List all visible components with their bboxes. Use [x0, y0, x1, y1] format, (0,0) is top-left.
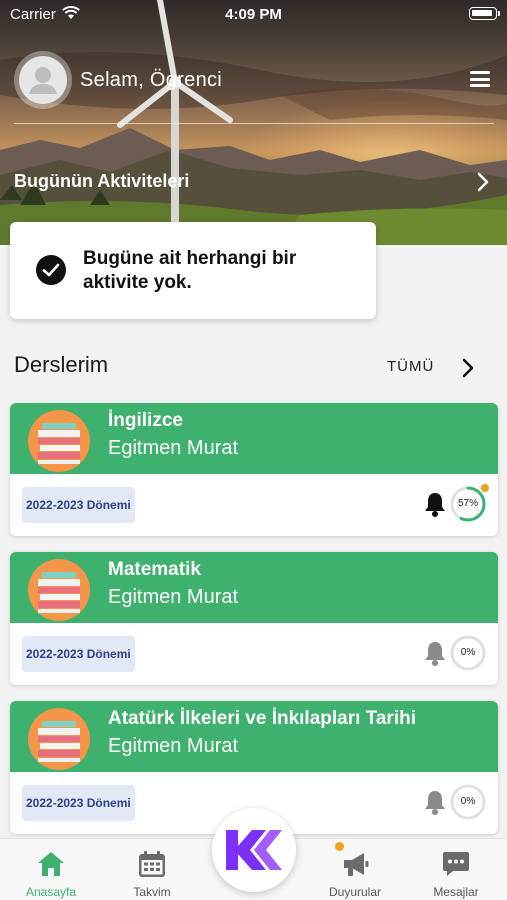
progress-ring: 0% — [449, 634, 487, 672]
see-all-link[interactable]: TÜMÜ — [387, 358, 434, 375]
announcement-badge-dot — [335, 842, 344, 851]
tab-label: Anasayfa — [25, 885, 77, 899]
tab-label: Mesajlar — [433, 885, 479, 899]
progress-ring: 0% — [449, 783, 487, 821]
tab-calendar[interactable]: Takvim — [107, 839, 197, 900]
course-teacher: Egitmen Murat — [108, 437, 239, 459]
center-logo-button[interactable] — [212, 808, 296, 892]
tab-label: Takvim — [133, 885, 171, 899]
course-teacher: Egitmen Murat — [108, 735, 239, 757]
tab-home[interactable]: Anasayfa — [6, 839, 96, 900]
user-silhouette-icon — [29, 67, 57, 94]
term-badge: 2022-2023 Dönemi — [22, 487, 135, 523]
no-activity-message: Bugüne ait herhangi bir aktivite yok. — [83, 248, 297, 293]
notification-dot — [481, 484, 489, 492]
books-icon — [28, 410, 90, 472]
avatar[interactable] — [14, 51, 72, 109]
course-name: İngilizce — [108, 410, 183, 431]
tab-announcements[interactable]: Duyurular — [310, 839, 400, 900]
course-name: Matematik — [108, 559, 201, 580]
status-bar: Carrier 4:09 PM — [0, 0, 507, 30]
no-activity-card: Bugüne ait herhangi bir aktivite yok. — [10, 222, 376, 319]
check-circle-icon — [36, 255, 66, 285]
tab-label: Duyurular — [328, 885, 382, 899]
header-divider — [14, 123, 494, 124]
home-icon — [38, 852, 64, 876]
status-time: 4:09 PM — [225, 6, 282, 23]
tab-messages[interactable]: Mesajlar — [411, 839, 501, 900]
course-card[interactable]: İngilizce Egitmen Murat 2022-2023 Dönemi… — [10, 403, 498, 536]
progress-label: 0% — [460, 647, 476, 658]
books-icon — [28, 708, 90, 770]
course-teacher: Egitmen Murat — [108, 586, 239, 608]
todays-activities-title: Bugünün Aktiviteleri — [14, 171, 190, 191]
greeting-text: Selam, Ögrenci — [80, 69, 223, 91]
calendar-icon — [139, 851, 165, 877]
courses-section-title: Derslerim — [14, 352, 109, 377]
chat-icon — [443, 852, 469, 876]
hamburger-menu-icon[interactable] — [470, 71, 490, 87]
bell-icon[interactable] — [424, 640, 446, 666]
chevron-right-icon[interactable] — [477, 172, 489, 192]
books-icon — [28, 559, 90, 621]
chevron-right-icon[interactable] — [462, 358, 474, 378]
battery-icon — [469, 7, 500, 20]
header-hero: Carrier 4:09 PM Selam, Ögrenci Bugünün A… — [0, 0, 507, 245]
course-name: Atatürk İlkeleri ve İnkılapları Tarihi — [108, 708, 416, 729]
term-badge: 2022-2023 Dönemi — [22, 785, 135, 821]
course-card[interactable]: Matematik Egitmen Murat 2022-2023 Dönemi… — [10, 552, 498, 685]
term-badge: 2022-2023 Dönemi — [22, 636, 135, 672]
progress-label: 0% — [460, 796, 476, 807]
bell-icon[interactable] — [424, 491, 446, 517]
megaphone-icon — [344, 853, 369, 876]
bell-icon[interactable] — [424, 789, 446, 815]
k-logo-icon — [226, 830, 282, 870]
